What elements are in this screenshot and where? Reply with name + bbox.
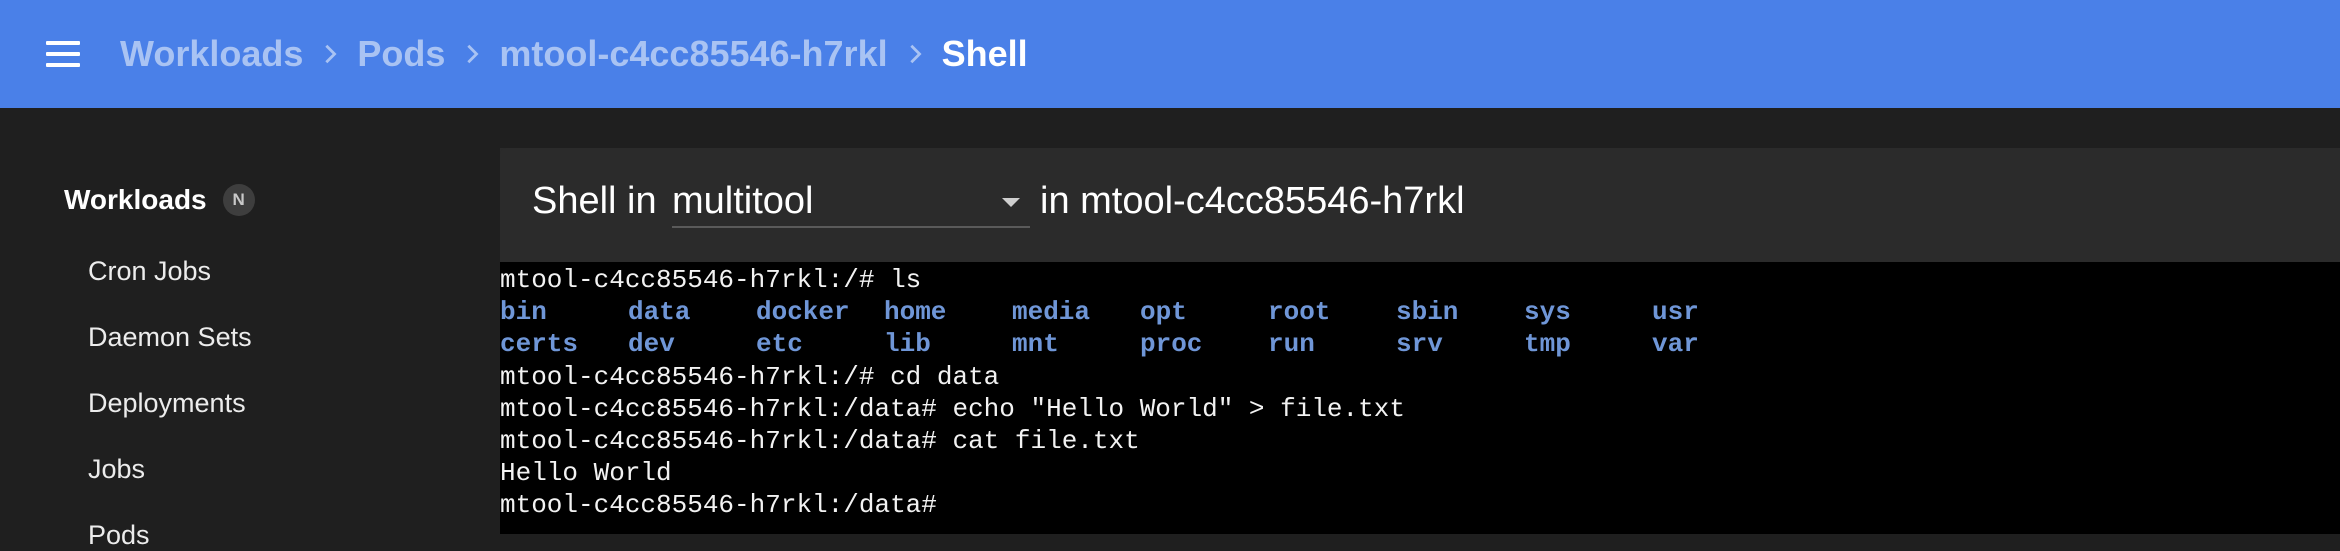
top-app-bar: Workloads Pods mtool-c4cc85546-h7rkl She…: [0, 0, 2340, 108]
ls-entry: usr: [1652, 297, 1699, 328]
hamburger-menu-icon[interactable]: [44, 38, 82, 70]
sidebar-item-deployments[interactable]: Deployments: [88, 388, 246, 419]
ls-entry: run: [1268, 329, 1315, 360]
breadcrumb-workloads[interactable]: Workloads: [120, 33, 303, 75]
ls-entry: bin: [500, 297, 547, 328]
ls-entry: mnt: [1012, 329, 1059, 360]
ls-entry: certs: [500, 329, 579, 360]
terminal-line: mtool-c4cc85546-h7rkl:/# ls: [500, 265, 922, 295]
terminal-line: mtool-c4cc85546-h7rkl:/data# cat file.tx…: [500, 425, 1140, 456]
ls-entry: srv: [1396, 329, 1443, 360]
ls-entry: opt: [1140, 297, 1187, 328]
ls-entry: data: [628, 297, 691, 328]
breadcrumb: Workloads Pods mtool-c4cc85546-h7rkl She…: [120, 0, 1028, 108]
ls-output-row: certs dev etc lib mnt proc run srv tmp v…: [500, 328, 2340, 360]
shell-panel-header: Shell in multitool in mtool-c4cc85546-h7…: [500, 148, 2340, 262]
sidebar-item-daemon-sets[interactable]: Daemon Sets: [88, 322, 252, 353]
ls-entry: proc: [1140, 329, 1203, 360]
sidebar-section-workloads[interactable]: Workloads N: [64, 178, 255, 222]
container-select[interactable]: multitool: [672, 176, 1030, 228]
shell-title-suffix: in mtool-c4cc85546-h7rkl: [1040, 180, 1465, 222]
breadcrumb-shell: Shell: [941, 33, 1028, 74]
ls-entry: lib: [884, 329, 931, 360]
ls-entry: tmp: [1524, 329, 1571, 360]
terminal-line: mtool-c4cc85546-h7rkl:/data# echo "Hello…: [500, 393, 1405, 424]
sidebar-item-pods[interactable]: Pods: [88, 520, 150, 551]
terminal[interactable]: mtool-c4cc85546-h7rkl:/# ls bin data doc…: [500, 262, 2340, 534]
terminal-line: mtool-c4cc85546-h7rkl:/# cd data: [500, 361, 1000, 392]
ls-entry: var: [1652, 329, 1699, 360]
sidebar-item-jobs[interactable]: Jobs: [88, 454, 145, 485]
ls-entry: etc: [756, 329, 803, 360]
breadcrumb-pods[interactable]: Pods: [357, 33, 445, 75]
ls-output-row: bin data docker home media opt root sbin…: [500, 296, 2340, 328]
terminal-output: Hello World: [500, 458, 672, 489]
chevron-right-icon: [303, 0, 357, 108]
dropdown-arrow-icon: [1002, 198, 1020, 207]
container-select-value: multitool: [672, 180, 814, 222]
namespace-badge: N: [222, 184, 255, 216]
breadcrumb-pod-name[interactable]: mtool-c4cc85546-h7rkl: [499, 33, 887, 75]
ls-entry: sbin: [1396, 297, 1459, 328]
sidebar-section-title: Workloads: [64, 184, 207, 215]
chevron-right-icon: [888, 0, 942, 108]
ls-entry: docker: [756, 297, 850, 328]
shell-title-prefix: Shell in: [532, 180, 657, 222]
terminal-prompt: mtool-c4cc85546-h7rkl:/data#: [500, 490, 953, 521]
sidebar: Workloads N Cron Jobs Daemon Sets Deploy…: [0, 108, 500, 550]
chevron-right-icon: [445, 0, 499, 108]
ls-entry: sys: [1524, 297, 1571, 328]
ls-entry: home: [884, 297, 947, 328]
ls-entry: dev: [628, 329, 675, 360]
sidebar-item-cron-jobs[interactable]: Cron Jobs: [88, 256, 211, 287]
ls-entry: root: [1268, 297, 1331, 328]
ls-entry: media: [1012, 297, 1091, 328]
